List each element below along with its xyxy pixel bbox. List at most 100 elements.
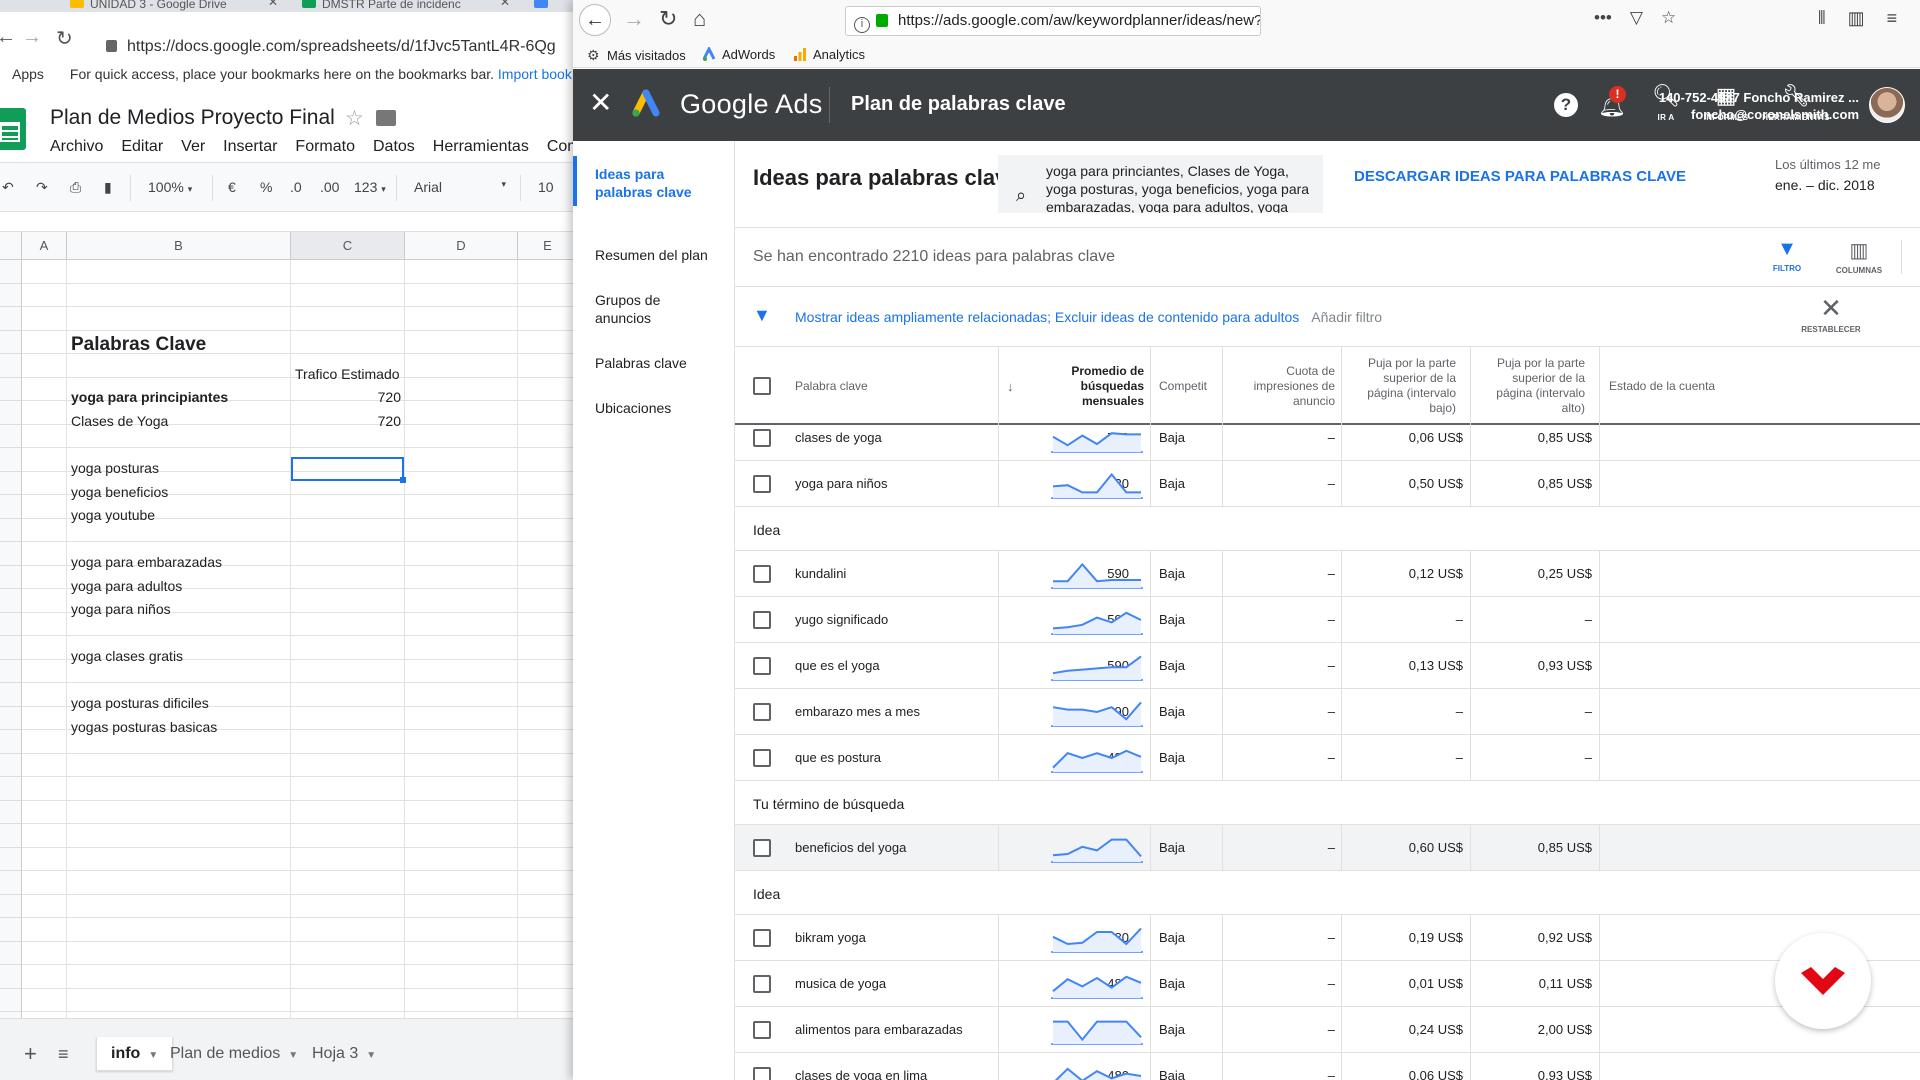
percent-format-button[interactable]: % <box>260 179 272 195</box>
column-header-c[interactable]: C <box>291 232 405 260</box>
forward-icon[interactable]: → <box>22 26 42 49</box>
row-header[interactable] <box>0 918 22 942</box>
menu-insertar[interactable]: Insertar <box>223 138 277 155</box>
row-checkbox[interactable] <box>753 749 771 767</box>
row-checkbox[interactable] <box>753 1021 771 1039</box>
sidebar-item-grupos[interactable]: Grupos de anuncios <box>595 291 685 327</box>
bookmark-adwords[interactable]: AdWords <box>702 42 775 68</box>
row-header[interactable] <box>0 659 22 683</box>
font-size-select[interactable]: 10 <box>538 179 554 195</box>
avatar[interactable] <box>1869 87 1905 123</box>
paint-format-icon[interactable]: ▮ <box>104 179 112 196</box>
menu-ver[interactable]: Ver <box>181 138 205 155</box>
row-header[interactable] <box>0 471 22 495</box>
row-header[interactable] <box>0 565 22 589</box>
table-row[interactable]: alimentos para embarazadas480Baja–0,24 U… <box>735 1007 1920 1053</box>
row-header[interactable] <box>0 283 22 307</box>
apps-bookmark[interactable]: Apps <box>0 66 44 82</box>
row-header[interactable] <box>0 495 22 519</box>
currency-format-button[interactable]: € <box>228 179 236 195</box>
column-header-a[interactable]: A <box>22 232 67 260</box>
row-checkbox[interactable] <box>753 703 771 721</box>
select-all-checkbox[interactable] <box>753 377 771 395</box>
row-header[interactable] <box>0 589 22 613</box>
sidebar-item-resumen[interactable]: Resumen del plan <box>595 246 725 264</box>
menu-archivo[interactable]: Archivo <box>50 138 103 155</box>
row-checkbox[interactable] <box>753 975 771 993</box>
sidebar-item-palabras[interactable]: Palabras clave <box>595 354 725 372</box>
add-filter-link[interactable]: Añadir filtro <box>1311 309 1382 325</box>
browser-tab[interactable]: UNIDAD 3 - Google Drive ✕ <box>64 0 286 12</box>
more-actions-icon[interactable]: ••• <box>1594 8 1612 27</box>
font-select[interactable]: Arial ▾ <box>414 179 506 195</box>
table-row[interactable]: bikram yoga480Baja–0,19 US$0,92 US$ <box>735 915 1920 961</box>
undo-icon[interactable]: ↶ <box>2 179 14 196</box>
list-cell[interactable]: yoga beneficios <box>71 481 168 504</box>
column-header-bid-low[interactable]: Puja por la parte superior de la página … <box>1347 347 1456 425</box>
back-icon[interactable]: ← <box>579 4 611 36</box>
row-header[interactable] <box>0 424 22 448</box>
menu-datos[interactable]: Datos <box>373 138 415 155</box>
column-header-account-status[interactable]: Estado de la cuenta <box>1609 347 1809 425</box>
list-cell[interactable]: yoga para adultos <box>71 575 182 598</box>
column-header-competition[interactable]: Competit <box>1159 347 1219 425</box>
select-all-corner[interactable] <box>0 232 22 260</box>
document-title[interactable]: Plan de Medios Proyecto Final <box>50 106 335 130</box>
menu-editar[interactable]: Editar <box>121 138 163 155</box>
table-row[interactable]: que es el yoga 590 Baja –0,13 US$ 0,93 US$ <box>735 643 1920 689</box>
menu-icon[interactable]: ≡ <box>1887 8 1898 28</box>
address-bar[interactable]: https://docs.google.com/spreadsheets/d/1… <box>92 32 573 62</box>
table-row[interactable]: clases de yoga en lima 480 Baja –0,06 US$ 0,… <box>735 1053 1920 1080</box>
reset-filters-button[interactable]: ✕ RESTABLECER <box>1801 295 1861 334</box>
table-row[interactable]: yoga para niños720Baja–0,50 US$0,85 US$ <box>735 461 1920 507</box>
address-bar[interactable]: i https://ads.google.com/aw/keywordplanne… <box>845 6 1261 36</box>
account-info[interactable]: 140-752-4987 Foncho Ramirez ... foncho@co… <box>1637 89 1859 123</box>
column-header-d[interactable]: D <box>405 232 518 260</box>
list-cell[interactable]: yoga clases gratis <box>71 645 183 668</box>
column-header-e[interactable]: E <box>518 232 573 260</box>
filter-text[interactable]: Mostrar ideas ampliamente relacionadas; … <box>795 309 1299 325</box>
row-checkbox[interactable] <box>753 839 771 857</box>
bookmark-analytics[interactable]: Analytics <box>793 42 865 68</box>
bookmark-mas-visitados[interactable]: ⚙ Más visitados <box>587 42 686 69</box>
keyword-cell[interactable]: Clases de Yoga <box>71 410 168 433</box>
row-header[interactable] <box>0 965 22 989</box>
row-header[interactable] <box>0 847 22 871</box>
column-header-keyword[interactable]: Palabra clave <box>795 347 945 425</box>
add-sheet-icon[interactable]: + <box>24 1037 37 1071</box>
zoom-select[interactable]: 100% ▾ <box>148 179 192 195</box>
sheets-logo-icon[interactable] <box>0 108 26 150</box>
menu-herramientas[interactable]: Herramientas <box>433 138 529 155</box>
row-checkbox[interactable] <box>753 429 771 447</box>
table-row[interactable]: embarazo mes a mes 590 Baja – – – <box>735 689 1920 735</box>
row-header[interactable] <box>0 518 22 542</box>
row-header[interactable] <box>0 401 22 425</box>
column-header-bid-high[interactable]: Puja por la parte superior de la página … <box>1476 347 1585 425</box>
sidebar-icon[interactable]: ▥ <box>1848 8 1865 28</box>
table-row[interactable]: musica de yoga480Baja–0,01 US$0,11 US$ <box>735 961 1920 1007</box>
row-header[interactable] <box>0 260 22 284</box>
home-icon[interactable]: ⌂ <box>693 6 706 32</box>
info-icon[interactable]: i <box>854 17 870 33</box>
import-bookmarks-link[interactable]: Import book <box>498 66 572 82</box>
all-sheets-icon[interactable]: ≡ <box>58 1037 69 1071</box>
date-range-picker[interactable]: Los últimos 12 me ene. – dic. 2018 <box>1775 155 1881 195</box>
back-icon[interactable]: ← <box>0 26 16 49</box>
keyword-search-box[interactable]: ⌕ yoga para princiantes, Clases de Yoga,… <box>998 155 1323 213</box>
keyword-cell[interactable]: yoga para principiantes <box>71 386 228 409</box>
row-header[interactable] <box>0 988 22 1012</box>
row-header[interactable] <box>0 612 22 636</box>
list-cell[interactable]: yogas posturas basicas <box>71 716 217 739</box>
pocket-icon[interactable]: ▽ <box>1630 8 1643 27</box>
row-header[interactable] <box>0 871 22 895</box>
print-icon[interactable]: ⎙ <box>70 179 81 196</box>
row-checkbox[interactable] <box>753 475 771 493</box>
active-filters[interactable]: Mostrar ideas ampliamente relacionadas; … <box>795 309 1382 325</box>
row-header[interactable] <box>0 894 22 918</box>
row-header[interactable] <box>0 730 22 754</box>
list-cell[interactable]: yoga para embarazadas <box>71 551 222 574</box>
sheet-tab-info[interactable]: info ▼ <box>96 1037 174 1071</box>
help-icon[interactable]: ? <box>1554 93 1578 117</box>
row-checkbox[interactable] <box>753 657 771 675</box>
browser-tab[interactable] <box>528 0 573 12</box>
